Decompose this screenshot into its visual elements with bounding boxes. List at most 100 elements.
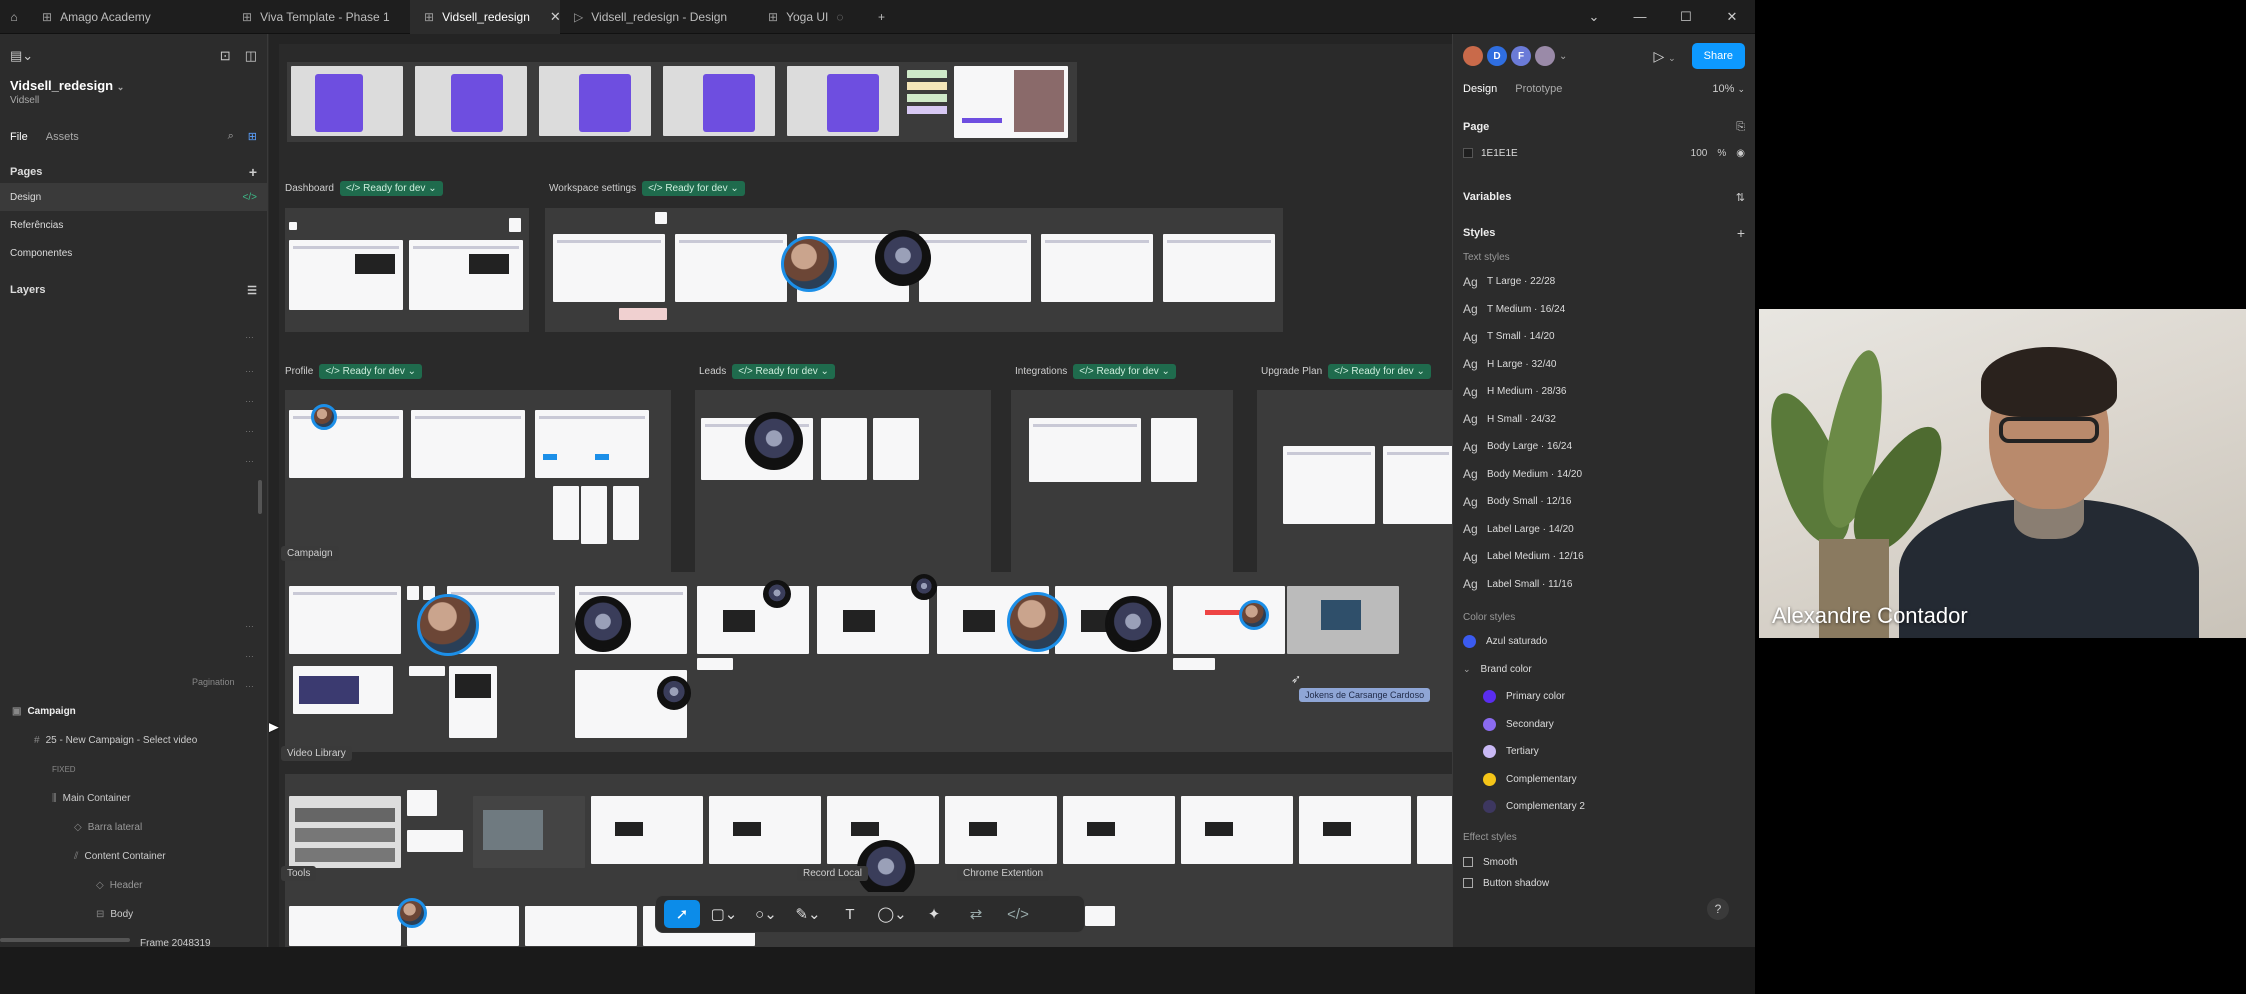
layer-main-container[interactable]: ⫼ Main Container — [0, 784, 268, 813]
text-style-item[interactable]: Ag T Large · 22/28 — [1453, 268, 1755, 296]
library-icon[interactable]: ⊞ — [248, 130, 257, 143]
move-icon[interactable]: ➚ — [664, 900, 700, 928]
frame-thumbnail[interactable] — [1299, 796, 1411, 864]
layer-content-container[interactable]: ⫽ Content Container — [0, 842, 268, 871]
text-style-item[interactable]: Ag Body Medium · 14/20 — [1453, 461, 1755, 489]
frame-thumbnail[interactable] — [619, 308, 667, 320]
color-style-item[interactable]: Complementary — [1453, 766, 1755, 794]
frame-thumbnail[interactable] — [1041, 234, 1153, 302]
layer-new-campaign[interactable]: # 25 - New Campaign - Select video — [0, 726, 268, 755]
section-profile[interactable] — [285, 390, 671, 580]
frame-thumbnail[interactable] — [473, 796, 585, 868]
chevron-down-icon[interactable]: ⌄ — [1571, 0, 1617, 34]
frame-thumbnail[interactable] — [449, 666, 497, 738]
frame-thumbnail[interactable] — [289, 906, 401, 946]
avatar[interactable]: F — [1511, 46, 1531, 66]
share-button[interactable]: Share — [1691, 43, 1745, 69]
text-style-item[interactable]: Ag Label Medium · 12/16 — [1453, 543, 1755, 571]
text-style-item[interactable]: Ag Label Small · 11/16 — [1453, 571, 1755, 599]
home-tab[interactable]: ⌂ — [0, 0, 28, 34]
add-page-icon[interactable]: + — [249, 164, 257, 180]
color-style-item[interactable]: Tertiary — [1453, 738, 1755, 766]
page-item-design[interactable]: Design </> — [0, 183, 267, 211]
new-tab-button[interactable]: + — [864, 0, 899, 34]
frame-thumbnail[interactable] — [535, 410, 649, 478]
color-swatch[interactable] — [1463, 148, 1473, 158]
code-icon[interactable]: </> — [1000, 900, 1036, 928]
ready-for-dev-badge[interactable]: </> Ready for dev ⌄ — [642, 181, 745, 196]
section-label-campaign[interactable]: Campaign — [281, 546, 339, 561]
comment-icon[interactable]: ◯⌄ — [874, 900, 910, 928]
frame-thumbnail[interactable] — [293, 666, 393, 714]
color-style-item[interactable]: Azul saturado — [1453, 628, 1755, 656]
pen-icon[interactable]: ✎⌄ — [790, 900, 826, 928]
frame-thumbnail[interactable] — [509, 218, 521, 232]
comment-pill[interactable]: Jokens de Carsange Cardoso — [1299, 688, 1431, 702]
frame-thumbnail[interactable] — [407, 830, 463, 852]
variables-icon[interactable]: ⇅ — [1736, 191, 1745, 204]
frame-thumbnail[interactable] — [1173, 658, 1215, 670]
frame-thumbnail[interactable] — [525, 906, 637, 946]
frame-thumbnail[interactable] — [1417, 796, 1452, 864]
page-settings-icon[interactable]: ⎘ — [1736, 121, 1745, 134]
avatar[interactable]: D — [1487, 46, 1507, 66]
section-video-library[interactable] — [285, 774, 1452, 898]
ai-icon[interactable]: ⊡ — [220, 48, 231, 64]
section-label-dashboard[interactable]: Dashboard </> Ready for dev ⌄ — [285, 181, 443, 196]
frame-thumbnail[interactable] — [821, 418, 867, 480]
tab-prototype[interactable]: Prototype — [1515, 83, 1562, 95]
window-close-icon[interactable]: ✕ — [1709, 0, 1755, 34]
frame-thumbnail[interactable] — [591, 796, 703, 864]
frame-thumbnail[interactable] — [873, 418, 919, 480]
frame-thumbnail[interactable] — [954, 66, 1068, 138]
frame-thumbnail[interactable] — [709, 796, 821, 864]
frame-thumbnail[interactable] — [1283, 446, 1375, 524]
search-icon[interactable]: ⌕ — [228, 130, 234, 143]
frame-thumbnail[interactable] — [581, 486, 607, 544]
effect-style-button-shadow[interactable]: Button shadow — [1453, 876, 1755, 890]
frame-thumbnail[interactable] — [1181, 796, 1293, 864]
frame-thumbnail[interactable] — [409, 240, 523, 310]
section-campaign[interactable] — [285, 572, 1452, 752]
frame-thumbnail[interactable] — [539, 66, 651, 136]
ready-for-dev-badge[interactable]: </> Ready for dev ⌄ — [339, 181, 443, 196]
frame-thumbnail[interactable] — [697, 658, 733, 670]
frame-thumbnail[interactable] — [553, 234, 665, 302]
layer-header[interactable]: ◇ Header — [0, 871, 268, 900]
color-style-group[interactable]: ⌄ Brand color — [1453, 656, 1755, 684]
help-icon[interactable]: ? — [1707, 898, 1729, 920]
effect-style-smooth[interactable]: Smooth — [1453, 849, 1755, 877]
frame-thumbnail[interactable] — [289, 796, 401, 868]
section-label-chrome-extension[interactable]: Chrome Extention — [957, 866, 1050, 881]
frame-thumbnail[interactable] — [613, 486, 639, 540]
frame-thumbnail[interactable] — [1383, 446, 1452, 524]
page-item-referencias[interactable]: Referências — [0, 211, 267, 239]
variables-heading[interactable]: Variables ⇅ — [1453, 184, 1755, 210]
layer-barra-lateral[interactable]: ◇ Barra lateral — [0, 813, 268, 842]
zoom-control[interactable]: 10% ⌄ — [1712, 83, 1745, 95]
vertical-scrollbar[interactable] — [258, 480, 262, 514]
text-style-item[interactable]: Ag T Small · 14/20 — [1453, 323, 1755, 351]
chevron-down-icon[interactable]: ⌄ — [1559, 51, 1567, 62]
text-style-item[interactable]: Ag H Small · 24/32 — [1453, 406, 1755, 434]
frame-thumbnail[interactable] — [817, 586, 929, 654]
text-style-item[interactable]: Ag Body Large · 16/24 — [1453, 433, 1755, 461]
sidebar-toggle-icon[interactable]: ◫ — [245, 48, 257, 64]
ready-for-dev-badge[interactable]: </> Ready for dev ⌄ — [1328, 364, 1431, 379]
frame-thumbnail[interactable] — [553, 486, 579, 540]
section-label-integrations[interactable]: Integrations </> Ready for dev ⌄ — [1015, 364, 1176, 379]
frame-thumbnail[interactable] — [289, 586, 401, 654]
eye-icon[interactable]: ◉ — [1736, 148, 1745, 159]
frame-thumbnail[interactable] — [1163, 234, 1275, 302]
tab-file[interactable]: File — [10, 131, 28, 143]
section-label-record-local[interactable]: Record Local — [797, 866, 868, 881]
ready-for-dev-badge[interactable]: </> Ready for dev ⌄ — [1073, 364, 1176, 379]
frame-thumbnail[interactable] — [663, 66, 775, 136]
present-icon[interactable]: ▷ ⌄ — [1653, 48, 1675, 65]
avatar[interactable] — [1463, 46, 1483, 66]
frame-thumbnail[interactable] — [409, 666, 445, 676]
layer-pagination[interactable]: Pagination — [192, 677, 235, 687]
page-color-row[interactable]: 1E1E1E 100 % ◉ — [1453, 140, 1755, 166]
tab-vidsell-redesign-design[interactable]: ▷ Vidsell_redesign - Design — [560, 0, 754, 34]
main-menu-icon[interactable]: ▤⌄ — [10, 48, 33, 64]
